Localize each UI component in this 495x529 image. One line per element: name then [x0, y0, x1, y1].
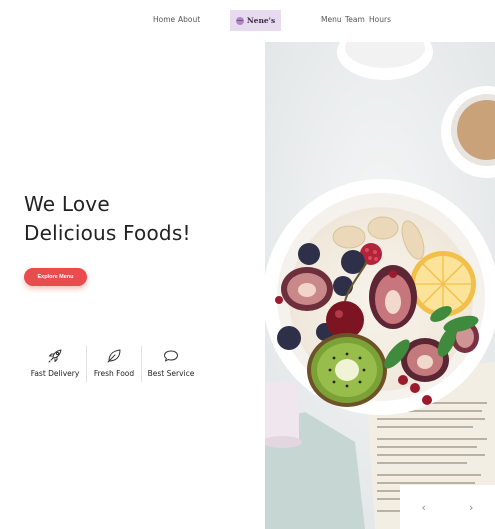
nav-link-team[interactable]: Team: [345, 15, 365, 24]
nav-link-about[interactable]: About: [178, 15, 200, 24]
feature-best-service: Best Service: [143, 344, 199, 384]
chevron-right-icon: ›: [469, 500, 474, 514]
chevron-left-icon: ‹: [421, 500, 426, 514]
feature-divider: [86, 346, 87, 382]
brand-logo[interactable]: Nene's: [230, 10, 281, 31]
slider-controls: ‹ ›: [400, 485, 495, 529]
brand-icon: [235, 16, 244, 25]
leaf-icon: [107, 349, 121, 363]
nav-link-home[interactable]: Home: [153, 15, 175, 24]
brand-name: Nene's: [246, 16, 276, 25]
slider-prev-button[interactable]: ‹: [400, 485, 448, 529]
feature-fresh-food: Fresh Food: [88, 344, 140, 384]
feature-label: Best Service: [147, 369, 195, 378]
nav-link-menu[interactable]: Menu: [321, 15, 342, 24]
hero-title: We Love Delicious Foods!: [24, 190, 254, 248]
feature-divider: [141, 346, 142, 382]
rocket-icon: [48, 349, 62, 363]
hero-title-line-1: We Love: [24, 192, 110, 216]
explore-menu-button[interactable]: Explore Menu: [24, 268, 87, 286]
feature-label: Fast Delivery: [30, 369, 80, 378]
feature-fast-delivery: Fast Delivery: [26, 344, 84, 384]
hero-food-image: [265, 42, 495, 529]
hero-title-line-2: Delicious Foods!: [24, 221, 191, 245]
food-bowl-illustration: [265, 42, 495, 529]
chat-bubble-icon: [164, 350, 178, 362]
feature-label: Fresh Food: [93, 369, 135, 378]
slider-next-button[interactable]: ›: [448, 485, 495, 529]
top-navigation: Home About Nene's Menu Team Hours: [0, 0, 495, 40]
nav-link-hours[interactable]: Hours: [369, 15, 391, 24]
